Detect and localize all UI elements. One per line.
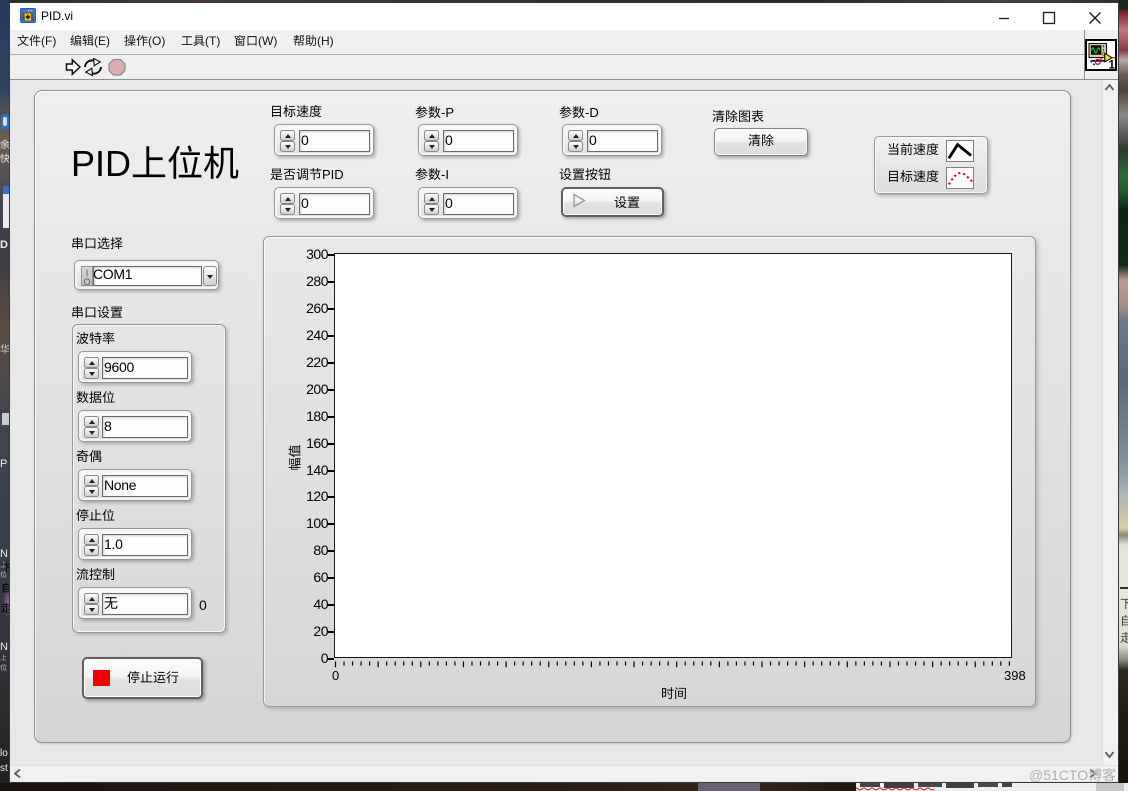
svg-text:1: 1 — [1109, 60, 1116, 72]
